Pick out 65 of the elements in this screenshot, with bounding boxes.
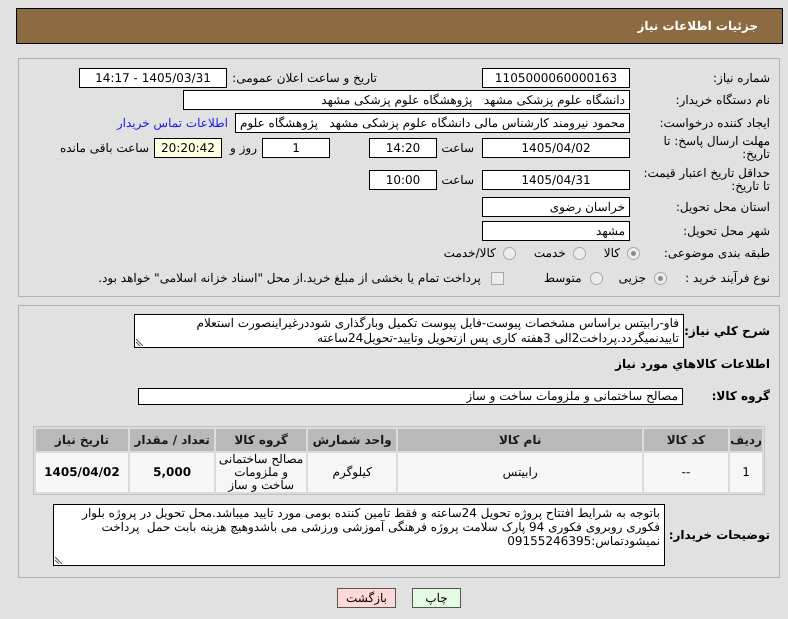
buyer-notes-textarea[interactable]: باتوجه به شرایط افتتاح پروژه تحویل 24ساعته و فقط تامین کننده بومی مورد تایید میباشد.محل تحویل در پروژه بلوار فکوری روبروی فکوری 94 پارک سلامت پروژه فرهنگی آموزشی ورزشی می باشدوهیچ هزینه بابت حمل پرداخت نمیشودتماس:09155246395: [53, 504, 665, 566]
announcement-date-field[interactable]: 1405/03/31 - 14:17: [79, 68, 227, 88]
field-label: شرح كلي نياز:: [684, 324, 770, 338]
date-field[interactable]: 1405/04/31: [482, 170, 630, 190]
field-label: روز و: [230, 141, 257, 155]
table-cell: 1: [730, 453, 762, 492]
requester-field[interactable]: محمود نیرومند کارشناس مالی دانشگاه علوم پزشکی مشهد پژوهشگاه علوم: [235, 113, 630, 133]
radio-button[interactable]: [502, 246, 516, 260]
page-title: جزئیات اطلاعات نیاز: [637, 18, 758, 35]
field-label: استان محل تحویل:: [676, 200, 770, 214]
resize-grip-icon[interactable]: [136, 338, 144, 346]
field-label: ایجاد کننده درخواست:: [659, 116, 770, 130]
field-label: ساعت: [441, 173, 474, 187]
field-label: حداقل تاریخ اعتبار قیمت: تا تاریخ:: [642, 167, 770, 193]
field-label: تاریخ و ساعت اعلان عمومی:: [232, 70, 377, 84]
print-button[interactable]: چاپ: [412, 588, 461, 608]
field-label: کالا/خدمت: [444, 245, 496, 262]
contact-info-link[interactable]: اطلاعات تماس خریدار: [116, 114, 228, 132]
column-header: نام کالا: [398, 429, 642, 451]
column-header: تعداد / مقدار: [130, 429, 214, 451]
table-cell: رابیتس: [398, 453, 642, 492]
time-field[interactable]: 14:20: [369, 138, 437, 158]
need-number-field[interactable]: 1105000060000163: [482, 68, 630, 88]
table-cell: مصالح ساختمانی و ملزومات ساخت و ساز: [216, 453, 306, 492]
description-textarea[interactable]: فاو-رابیتس براساس مشخصات پیوست-فایل پیوست تکمیل وبارگذاری شوددرغیراینصورت استعلام تاییدنمیگردد.پرداخت2الی 3هفته کاری پس ازتحویل وتایید-تحویل24ساعته: [134, 314, 684, 348]
field-label: پرداخت تمام یا بخشی از مبلغ خرید.از محل "اسناد خزانه اسلامی" خواهد بود.: [98, 270, 481, 287]
field-label: متوسط: [544, 270, 582, 287]
table-cell: 1405/04/02: [36, 453, 128, 492]
table-cell: 5,000: [130, 453, 214, 492]
field-label: توضیحات خریدار:: [668, 528, 770, 542]
column-header: کد کالا: [644, 429, 728, 451]
column-header: ردیف: [730, 429, 762, 451]
province-field[interactable]: خراسان رضوی: [482, 197, 630, 217]
table-cell: --: [644, 453, 728, 492]
radio-button[interactable]: [654, 272, 667, 284]
checkbox[interactable]: [490, 272, 504, 284]
column-header: تاریخ نیاز: [36, 429, 128, 451]
field-label: شماره نیاز:: [713, 70, 770, 84]
back-button[interactable]: بازگشت: [337, 588, 396, 608]
field-label: طبقه بندی موضوعی:: [664, 246, 770, 260]
field-label: جزیی: [618, 270, 646, 287]
field-label: نوع فرآیند خرید :: [685, 271, 770, 285]
column-header: واحد شمارش: [308, 429, 396, 451]
field-label: ساعت: [441, 141, 474, 155]
radio-button[interactable]: [627, 246, 640, 260]
field-label: ساعت باقی مانده: [60, 141, 149, 155]
field-label: خدمت: [534, 245, 566, 262]
field-label: نام دستگاه خریدار:: [676, 92, 770, 106]
field-label: شهر محل تحویل:: [683, 224, 770, 238]
buyer-org-field[interactable]: دانشگاه علوم پزشکی مشهد پژوهشگاه علوم پزشکی مشهد: [183, 90, 630, 110]
section-title: اطلاعات كالاهاي مورد نياز: [615, 356, 770, 373]
column-header: گروه کالا: [216, 429, 306, 451]
time-field[interactable]: 10:00: [369, 170, 437, 190]
radio-button[interactable]: [572, 246, 586, 260]
city-field[interactable]: مشهد: [482, 221, 630, 241]
remaining-time-field[interactable]: 20:20:42: [154, 138, 222, 158]
field-label: کالا: [604, 245, 620, 262]
radio-button[interactable]: [590, 272, 603, 284]
days-field[interactable]: 1: [262, 138, 330, 158]
table-cell: کیلوگرم: [308, 453, 396, 492]
goods-group-field[interactable]: مصالح ساختمانی و ملزومات ساخت و ساز: [138, 388, 683, 404]
field-label: گروه کالا:: [712, 389, 770, 403]
date-field[interactable]: 1405/04/02: [482, 138, 630, 158]
resize-grip-icon[interactable]: [55, 556, 63, 564]
field-label: مهلت ارسال پاسخ: تا تاریخ:: [662, 135, 770, 161]
